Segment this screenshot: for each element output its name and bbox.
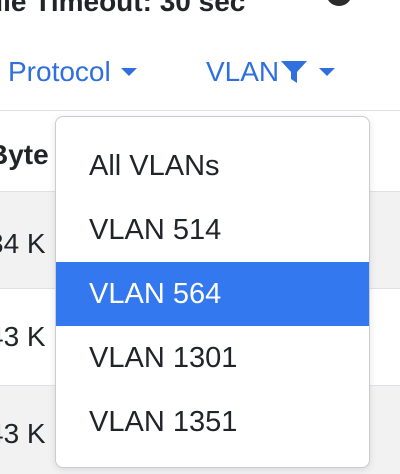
bytes-cell: 43 K — [0, 418, 46, 449]
dropdown-item-vlan-1351[interactable]: VLAN 1351 — [56, 390, 369, 454]
filter-bar: Protocol VLAN — [0, 52, 400, 92]
chevron-down-icon — [120, 68, 137, 76]
bytes-cell: 34 K — [0, 228, 46, 259]
vlan-dropdown-menu: All VLANs VLAN 514 VLAN 564 VLAN 1301 VL… — [55, 116, 370, 468]
chevron-down-icon — [319, 68, 336, 76]
timeout-label: ule Timeout: 30 sec — [0, 0, 246, 17]
dropdown-item-vlan-514[interactable]: VLAN 514 — [56, 198, 369, 262]
protocol-filter-label: Protocol — [8, 56, 111, 87]
topbar: ule Timeout: 30 sec — [0, 0, 400, 17]
bytes-column-header[interactable]: Byte — [0, 139, 49, 171]
dropdown-item-vlan-1301[interactable]: VLAN 1301 — [56, 326, 369, 390]
help-icon[interactable] — [326, 0, 352, 6]
dropdown-item-all-vlans[interactable]: All VLANs — [56, 134, 369, 198]
dropdown-item-vlan-564[interactable]: VLAN 564 — [56, 262, 369, 326]
protocol-filter-button[interactable]: Protocol — [8, 52, 137, 92]
filter-icon — [281, 61, 308, 83]
vlan-filter-label: VLAN — [206, 56, 280, 87]
bytes-cell: 43 K — [0, 321, 46, 352]
vlan-filter-button[interactable]: VLAN — [206, 52, 336, 92]
